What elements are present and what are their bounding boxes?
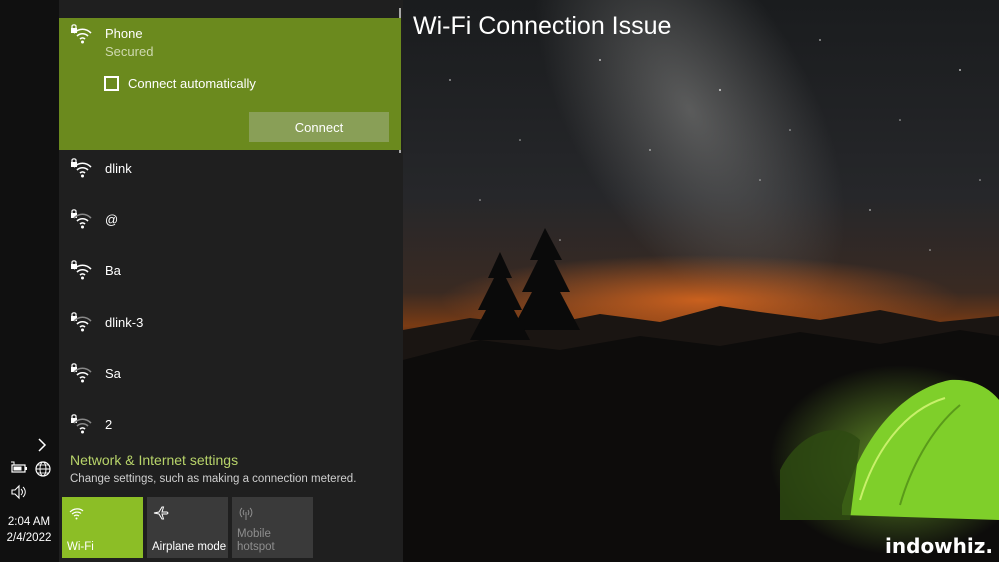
network-internet-settings-link[interactable]: Network & Internet settings	[70, 452, 238, 468]
wifi-quick-action-label: Wi-Fi	[67, 541, 94, 553]
wifi-secured-icon	[71, 414, 92, 434]
wifi-quick-action[interactable]: Wi-Fi	[62, 497, 143, 558]
battery-icon[interactable]	[10, 460, 28, 476]
airplane-mode-label: Airplane mode	[152, 541, 227, 553]
mobile-hotspot-label-line2: hotspot	[237, 541, 275, 553]
wifi-secured-icon	[71, 209, 92, 229]
network-name: Ba	[105, 263, 121, 278]
network-item[interactable]: Ba	[59, 249, 401, 299]
selected-network-status: Secured	[105, 44, 154, 59]
video-title: Wi-Fi Connection Issue	[413, 12, 672, 40]
watermark-logo: indowhiz.	[885, 534, 993, 558]
chevron-right-icon[interactable]	[33, 436, 51, 454]
airplane-icon	[153, 506, 169, 520]
network-name: dlink-3	[105, 315, 144, 330]
taskbar: 2:04 AM 2/4/2022	[0, 0, 59, 562]
mobile-hotspot-label: Mobile hotspot	[237, 528, 275, 554]
globe-network-icon[interactable]	[34, 460, 52, 478]
checkbox-box[interactable]	[104, 76, 119, 91]
wifi-secured-icon	[71, 363, 92, 383]
network-item[interactable]: dlink-3	[59, 301, 401, 351]
network-name: 2	[105, 417, 113, 432]
network-name: Sa	[105, 366, 121, 381]
volume-icon[interactable]	[10, 484, 28, 500]
clock-time[interactable]: 2:04 AM	[0, 516, 58, 528]
hotspot-icon	[239, 507, 253, 520]
network-item[interactable]: dlink	[59, 147, 401, 197]
network-item[interactable]: 2	[59, 403, 401, 453]
selected-network-item[interactable]: Phone Secured Connect automatically Conn…	[59, 18, 401, 150]
connect-button[interactable]: Connect	[249, 112, 389, 142]
network-settings-description: Change settings, such as making a connec…	[70, 473, 357, 485]
mobile-hotspot-quick-action[interactable]: Mobile hotspot	[232, 497, 313, 558]
network-item[interactable]: Sa	[59, 352, 401, 402]
network-name: dlink	[105, 161, 132, 176]
selected-network-name: Phone	[105, 26, 143, 41]
clock-date[interactable]: 2/4/2022	[0, 532, 58, 544]
wifi-secured-icon	[71, 158, 92, 178]
wifi-icon	[69, 508, 84, 520]
wifi-secured-icon	[71, 24, 92, 44]
connect-automatically-checkbox[interactable]: Connect automatically	[104, 76, 256, 91]
connect-automatically-label: Connect automatically	[128, 76, 256, 91]
network-name: @	[105, 212, 119, 227]
network-item[interactable]: @	[59, 198, 401, 248]
wifi-secured-icon	[71, 260, 92, 280]
mobile-hotspot-label-line1: Mobile	[237, 528, 271, 540]
airplane-mode-quick-action[interactable]: Airplane mode	[147, 497, 228, 558]
network-flyout: Phone Secured Connect automatically Conn…	[59, 0, 403, 562]
wifi-secured-icon	[71, 312, 92, 332]
